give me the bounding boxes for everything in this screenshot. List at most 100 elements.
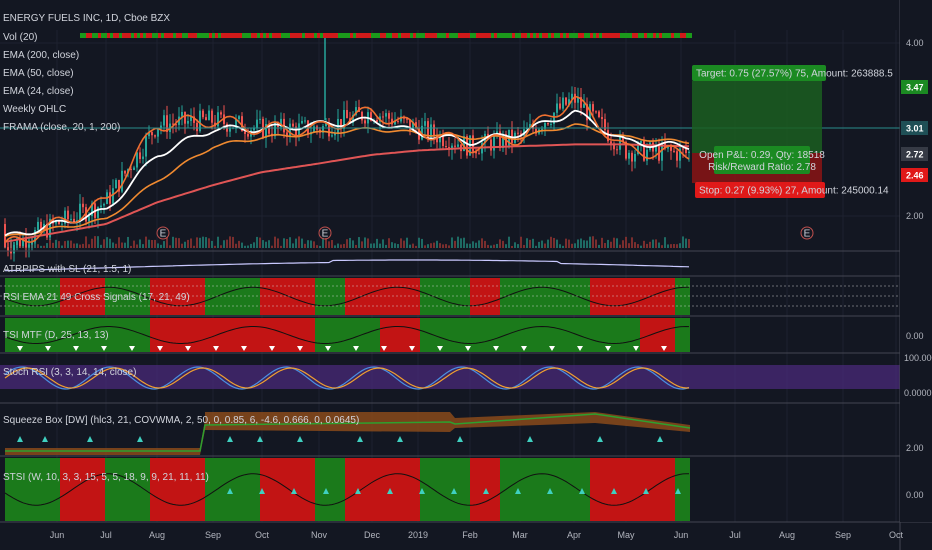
volume-ribbon-cell — [293, 33, 296, 38]
candle-body — [601, 117, 603, 120]
volume-ribbon-cell — [239, 33, 242, 38]
candle-body — [61, 223, 63, 225]
legend-item[interactable]: Vol (20) — [3, 32, 37, 43]
volume-bar — [139, 239, 141, 248]
volume-bar — [112, 242, 114, 248]
volume-ribbon-cell — [251, 33, 254, 38]
volume-bar — [211, 240, 213, 248]
indicator-title[interactable]: RSI EMA 21 49 Cross Signals (17, 21, 49) — [3, 292, 190, 303]
candle-body — [559, 103, 561, 109]
volume-ribbon-cell — [533, 33, 536, 38]
volume-ribbon-cell — [368, 33, 371, 38]
candle-body — [142, 156, 144, 159]
volume-ribbon-cell — [419, 33, 422, 38]
time-tick: Oct — [889, 530, 904, 540]
volume-ribbon-cell — [515, 33, 518, 38]
volume-ribbon-cell — [383, 33, 386, 38]
volume-bar — [616, 238, 618, 248]
volume-ribbon-cell — [116, 33, 119, 38]
volume-bar — [496, 243, 498, 248]
volume-ribbon-cell — [416, 33, 419, 38]
volume-bar — [253, 242, 255, 248]
volume-ribbon-cell — [491, 33, 494, 38]
volume-ribbon-cell — [356, 33, 359, 38]
indicator-title[interactable]: STSI (W, 10, 3, 3, 15, 5, 5, 18, 9, 9, 2… — [3, 472, 209, 483]
signal-zone — [315, 278, 345, 315]
volume-ribbon-cell — [605, 33, 608, 38]
volume-bar — [295, 238, 297, 248]
signal-zone — [260, 278, 315, 315]
volume-ribbon-cell — [677, 33, 680, 38]
time-tick: 2019 — [408, 530, 428, 540]
volume-bar — [319, 245, 321, 248]
volume-bar — [469, 243, 471, 248]
volume-ribbon-cell — [668, 33, 671, 38]
candle-body — [109, 192, 111, 204]
volume-ribbon-cell — [686, 33, 689, 38]
candle-body — [70, 218, 72, 220]
volume-ribbon-cell — [443, 33, 446, 38]
volume-bar — [205, 237, 207, 248]
volume-bar — [451, 237, 453, 248]
volume-bar — [595, 239, 597, 248]
volume-bar — [127, 236, 129, 248]
volume-bar — [649, 241, 651, 248]
price-axis[interactable]: 4.00 2.00 3.47 3.01 2.72 2.46 0.00 100.0… — [900, 0, 932, 522]
time-tick: Aug — [779, 530, 795, 540]
volume-ribbon-cell — [545, 33, 548, 38]
volume-bar — [559, 244, 561, 248]
volume-bar — [604, 242, 606, 248]
volume-bar — [637, 244, 639, 248]
candle-body — [331, 135, 333, 137]
volume-bar — [121, 242, 123, 248]
volume-ribbon-cell — [212, 33, 215, 38]
candle-body — [550, 123, 552, 125]
time-tick: Mar — [512, 530, 528, 540]
volume-bar — [457, 236, 459, 248]
sub-axis-tick: 100.0000 — [904, 353, 932, 363]
candle-body — [634, 154, 636, 162]
volume-bar — [466, 243, 468, 248]
volume-bar — [271, 245, 273, 248]
volume-ribbon-cell — [95, 33, 98, 38]
candle-body — [688, 151, 690, 153]
volume-ribbon-cell — [164, 33, 167, 38]
signal-zone — [590, 318, 640, 352]
volume-bar — [343, 243, 345, 248]
indicator-title[interactable]: ATRPIPS with SL (21, 1.5, 1) — [3, 264, 131, 275]
volume-bar — [301, 238, 303, 248]
volume-bar — [430, 243, 432, 248]
volume-bar — [652, 239, 654, 248]
candle-body — [10, 251, 12, 254]
sub-axis-tick: 0.00 — [906, 331, 924, 341]
candle-body — [229, 128, 231, 132]
legend-item[interactable]: EMA (50, close) — [3, 68, 74, 79]
volume-ribbon-cell — [227, 33, 230, 38]
volume-ribbon-cell — [332, 33, 335, 38]
volume-ribbon-cell — [272, 33, 275, 38]
volume-ribbon-cell — [194, 33, 197, 38]
volume-bar — [577, 239, 579, 248]
candle-body — [583, 104, 585, 108]
volume-bar — [58, 241, 60, 248]
volume-bar — [640, 245, 642, 248]
indicator-title[interactable]: Squeeze Box [DW] (hlc3, 21, COVWMA, 2, 5… — [3, 415, 359, 426]
volume-bar — [178, 238, 180, 248]
volume-ribbon-cell — [494, 33, 497, 38]
candle-body — [28, 244, 30, 248]
volume-ribbon-cell — [413, 33, 416, 38]
legend-item[interactable]: EMA (24, close) — [3, 86, 74, 97]
volume-bar — [307, 240, 309, 248]
candle-body — [151, 132, 153, 136]
legend-item[interactable]: EMA (200, close) — [3, 50, 79, 61]
volume-bar — [181, 243, 183, 248]
indicator-title[interactable]: TSI MTF (D, 25, 13, 13) — [3, 330, 109, 341]
volume-ribbon-cell — [302, 33, 305, 38]
legend-item[interactable]: FRAMA (close, 20, 1, 200) — [3, 122, 120, 133]
volume-bar — [427, 244, 429, 248]
volume-ribbon-cell — [122, 33, 125, 38]
indicator-title[interactable]: Stoch RSI (3, 3, 14, 14, close) — [3, 367, 136, 378]
volume-bar — [100, 244, 102, 248]
legend-item[interactable]: Weekly OHLC — [3, 104, 66, 115]
volume-bar — [202, 236, 204, 248]
